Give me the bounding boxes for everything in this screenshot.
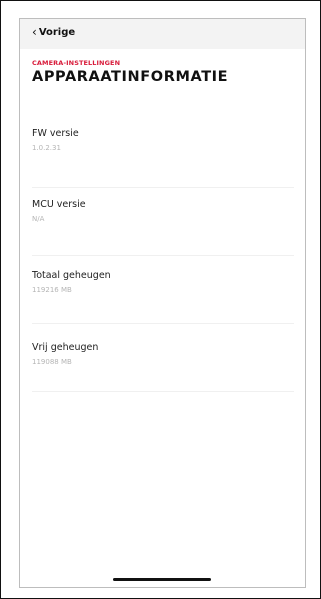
info-row-free-memory: Vrij geheugen 119088 MB	[32, 323, 294, 392]
page-title: APPARAATINFORMATIE	[32, 69, 229, 85]
device-frame: ‹ Vorige CAMERA-INSTELLINGEN APPARAATINF…	[0, 0, 321, 599]
info-label: Vrij geheugen	[32, 342, 99, 353]
info-row-total-memory: Totaal geheugen 119216 MB	[32, 255, 294, 324]
chevron-left-icon: ‹	[32, 25, 37, 39]
section-label: CAMERA-INSTELLINGEN	[32, 59, 121, 67]
info-value: N/A	[32, 215, 45, 223]
back-button-label: Vorige	[38, 26, 76, 38]
info-label: FW versie	[32, 128, 79, 139]
info-row-fw-version: FW versie 1.0.2.31	[32, 119, 294, 188]
info-value: 1.0.2.31	[32, 144, 61, 152]
info-label: MCU versie	[32, 199, 86, 210]
home-indicator[interactable]	[113, 578, 211, 581]
info-row-mcu-version: MCU versie N/A	[32, 187, 294, 256]
info-value: 119216 MB	[32, 286, 72, 294]
info-value: 119088 MB	[32, 358, 72, 366]
info-label: Totaal geheugen	[32, 270, 111, 281]
navigation-bar: ‹ Vorige	[20, 19, 305, 49]
phone-screen: ‹ Vorige CAMERA-INSTELLINGEN APPARAATINF…	[19, 18, 306, 588]
back-button[interactable]: ‹ Vorige	[32, 26, 75, 38]
